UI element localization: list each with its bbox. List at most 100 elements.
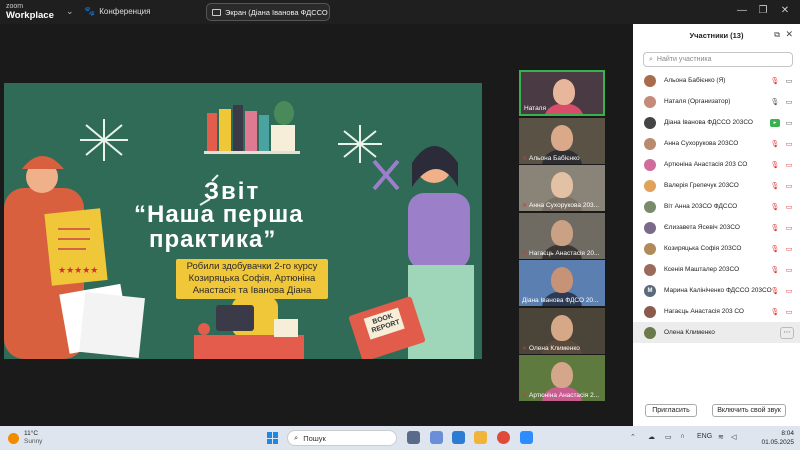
title-bar: zoom Workplace ⌄ 🐾 Конференция Экран (Ді… <box>0 0 800 24</box>
avatar <box>644 326 656 339</box>
conference-menu[interactable]: 🐾 Конференция <box>84 6 150 17</box>
logo-line2: Workplace <box>6 10 54 21</box>
svg-text:★★★★★: ★★★★★ <box>58 265 98 275</box>
slide-subtitle: Робили здобувачки 2-го курсу Козиряцька … <box>176 259 328 299</box>
share-pill-label: Экран (Діана Іванова ФДССО 2 <box>225 7 330 17</box>
taskbar-search-label: Пошук <box>303 433 326 443</box>
participant-row[interactable]: Нагаєць Анастасія 203 СО 🎙 ▭ <box>633 301 800 322</box>
main-view: ★★★★★ Звіт “Наша перша практика” Робили … <box>0 24 633 426</box>
volume-icon[interactable]: ◁ <box>731 433 736 441</box>
video-tile-label: Діана Іванова ФДСО 20... <box>522 297 599 304</box>
video-tile[interactable]: Діана Іванова ФДСО 20... <box>519 260 605 306</box>
participant-row[interactable]: Артюніна Анастасія 203 СО 🎙 ▭ <box>633 154 800 175</box>
monitor-icon <box>212 8 221 16</box>
mic-muted-icon: 🎙 <box>770 77 780 85</box>
video-tile[interactable]: Наталя <box>519 70 605 116</box>
participant-row[interactable]: Віт Анна 203СО ФДССО 🎙 ▭ <box>633 196 800 217</box>
popout-icon[interactable]: ⧉ <box>774 30 780 40</box>
mic-muted-icon: 🎙 <box>770 266 780 274</box>
chrome-icon[interactable] <box>497 431 510 444</box>
video-tile-name: ✕ Олена Клименко <box>522 345 580 352</box>
video-tile-label: Артюніна Анастасія 2... <box>529 392 600 399</box>
edge-icon[interactable] <box>452 431 465 444</box>
screen-share-icon: ▸ <box>770 118 780 127</box>
invite-button[interactable]: Пригласить <box>645 404 697 417</box>
mic-muted-icon: ✕ <box>522 345 528 352</box>
search-icon: ⌕ <box>649 55 653 63</box>
video-tile[interactable]: ✕ Альона Бабієнко <box>519 117 605 164</box>
participant-video-face <box>551 267 573 293</box>
avatar <box>644 200 656 213</box>
video-tile[interactable]: ✕ Нагаєць Анастасія 20... <box>519 212 605 259</box>
chevron-down-icon[interactable]: ⌄ <box>66 6 74 17</box>
participant-row[interactable]: Діана Іванова ФДССО 203СО ▸ ▭ <box>633 112 800 133</box>
cloud-icon[interactable]: ☁ <box>648 433 655 441</box>
wifi-icon[interactable]: ≋ <box>718 433 724 441</box>
file-explorer-icon[interactable] <box>474 431 487 444</box>
participant-row[interactable]: Єлизавета Ясевіч 203СО 🎙 ▭ <box>633 217 800 238</box>
video-tile-label: Анна Сухорукова 203... <box>529 202 600 209</box>
participant-row[interactable]: Альона Бабієнко (Я) 🎙 ▭ <box>633 70 800 91</box>
participant-row[interactable]: Олена Клименко ⋯ <box>633 322 800 343</box>
avatar <box>644 137 656 150</box>
language-indicator[interactable]: ENG <box>697 433 712 440</box>
participant-row[interactable]: Козиряцька Софія 203СО 🎙 ▭ <box>633 238 800 259</box>
camera-icon: ▭ <box>785 119 793 127</box>
search-icon: ⌕ <box>294 433 299 442</box>
participant-row[interactable]: Валерія Грепечук 203СО 🎙 ▭ <box>633 175 800 196</box>
participant-more-button[interactable]: ⋯ <box>780 326 794 339</box>
mic-muted-icon: ✕ <box>522 250 528 257</box>
video-tile[interactable]: ✕ Олена Клименко <box>519 307 605 354</box>
slide-title-line2: “Наша перша <box>134 201 304 228</box>
time: 8:04 <box>781 430 794 437</box>
zoom-app-icon[interactable] <box>520 431 533 444</box>
screen-share-indicator[interactable]: Экран (Діана Іванова ФДССО 2 ⋯ <box>206 3 330 21</box>
video-tile-name: ✕ Нагаєць Анастасія 20... <box>522 250 599 257</box>
close-icon[interactable]: ✕ <box>778 5 792 16</box>
start-button[interactable] <box>267 432 279 444</box>
mic-muted-icon: 🎙 <box>770 182 780 190</box>
paw-icon: 🐾 <box>84 6 96 16</box>
participant-row[interactable]: Ксенія Машталер 203СО 🎙 ▭ <box>633 259 800 280</box>
mic-muted-icon: ✕ <box>522 155 528 162</box>
copilot-icon[interactable] <box>430 431 443 444</box>
camera-off-icon: ▭ <box>785 266 793 274</box>
clock[interactable]: 8:04 01.05.2025 <box>752 429 794 447</box>
video-tile[interactable]: ✕ Артюніна Анастасія 2... <box>519 355 605 401</box>
video-tile-name: ✕ Артюніна Анастасія 2... <box>522 392 599 399</box>
book-report-label: BOOK REPORT <box>363 307 405 340</box>
task-view-icon[interactable] <box>407 431 420 444</box>
mic-icon: 🎙 <box>770 98 780 106</box>
participant-row[interactable]: М Марина Калініченко ФДССО 203СО 🎙 ▭ <box>633 280 800 301</box>
taskbar-search[interactable]: ⌕ Пошук <box>287 430 397 446</box>
tray-chevron-up-icon[interactable]: ⌃ <box>630 433 636 441</box>
video-tile[interactable]: ✕ Анна Сухорукова 203... <box>519 165 605 211</box>
video-tile-name: ✕ Альона Бабієнко <box>522 155 580 162</box>
video-tile-label: Альона Бабієнко <box>529 154 580 162</box>
restore-icon[interactable]: ❐ <box>756 5 770 16</box>
temperature: 11°C <box>24 430 39 437</box>
search-placeholder: Найти участника <box>656 56 712 63</box>
camera-off-icon: ▭ <box>785 140 793 148</box>
weather-widget[interactable]: 11°C Sunny <box>8 430 42 446</box>
camera-off-icon: ▭ <box>785 245 793 253</box>
unmute-button[interactable]: Включить свой звук <box>712 404 786 417</box>
participant-search-input[interactable]: ⌕ Найти участника <box>643 52 793 67</box>
participant-video-face <box>551 172 573 198</box>
camera-tray-icon[interactable]: ▭ <box>665 433 672 441</box>
participant-video-face <box>551 362 573 388</box>
mic-muted-icon: 🎙 <box>770 161 780 169</box>
participant-row[interactable]: Наталя (Организатор) 🎙 ▭ <box>633 91 800 112</box>
avatar <box>644 221 656 234</box>
headphones-icon[interactable]: ∩ <box>680 433 685 440</box>
avatar <box>644 263 656 276</box>
panel-close-icon[interactable]: ✕ <box>785 29 793 40</box>
avatar <box>644 74 656 87</box>
minimize-icon[interactable]: — <box>735 5 749 16</box>
video-tile-name: ✕ Анна Сухорукова 203... <box>522 202 599 209</box>
participant-video-face <box>553 79 575 105</box>
participant-row[interactable]: Анна Сухорукова 203СО 🎙 ▭ <box>633 133 800 154</box>
weather-label: Sunny <box>24 438 43 445</box>
mic-muted-icon: 🎙 <box>770 308 780 316</box>
participant-video-face <box>551 124 573 151</box>
